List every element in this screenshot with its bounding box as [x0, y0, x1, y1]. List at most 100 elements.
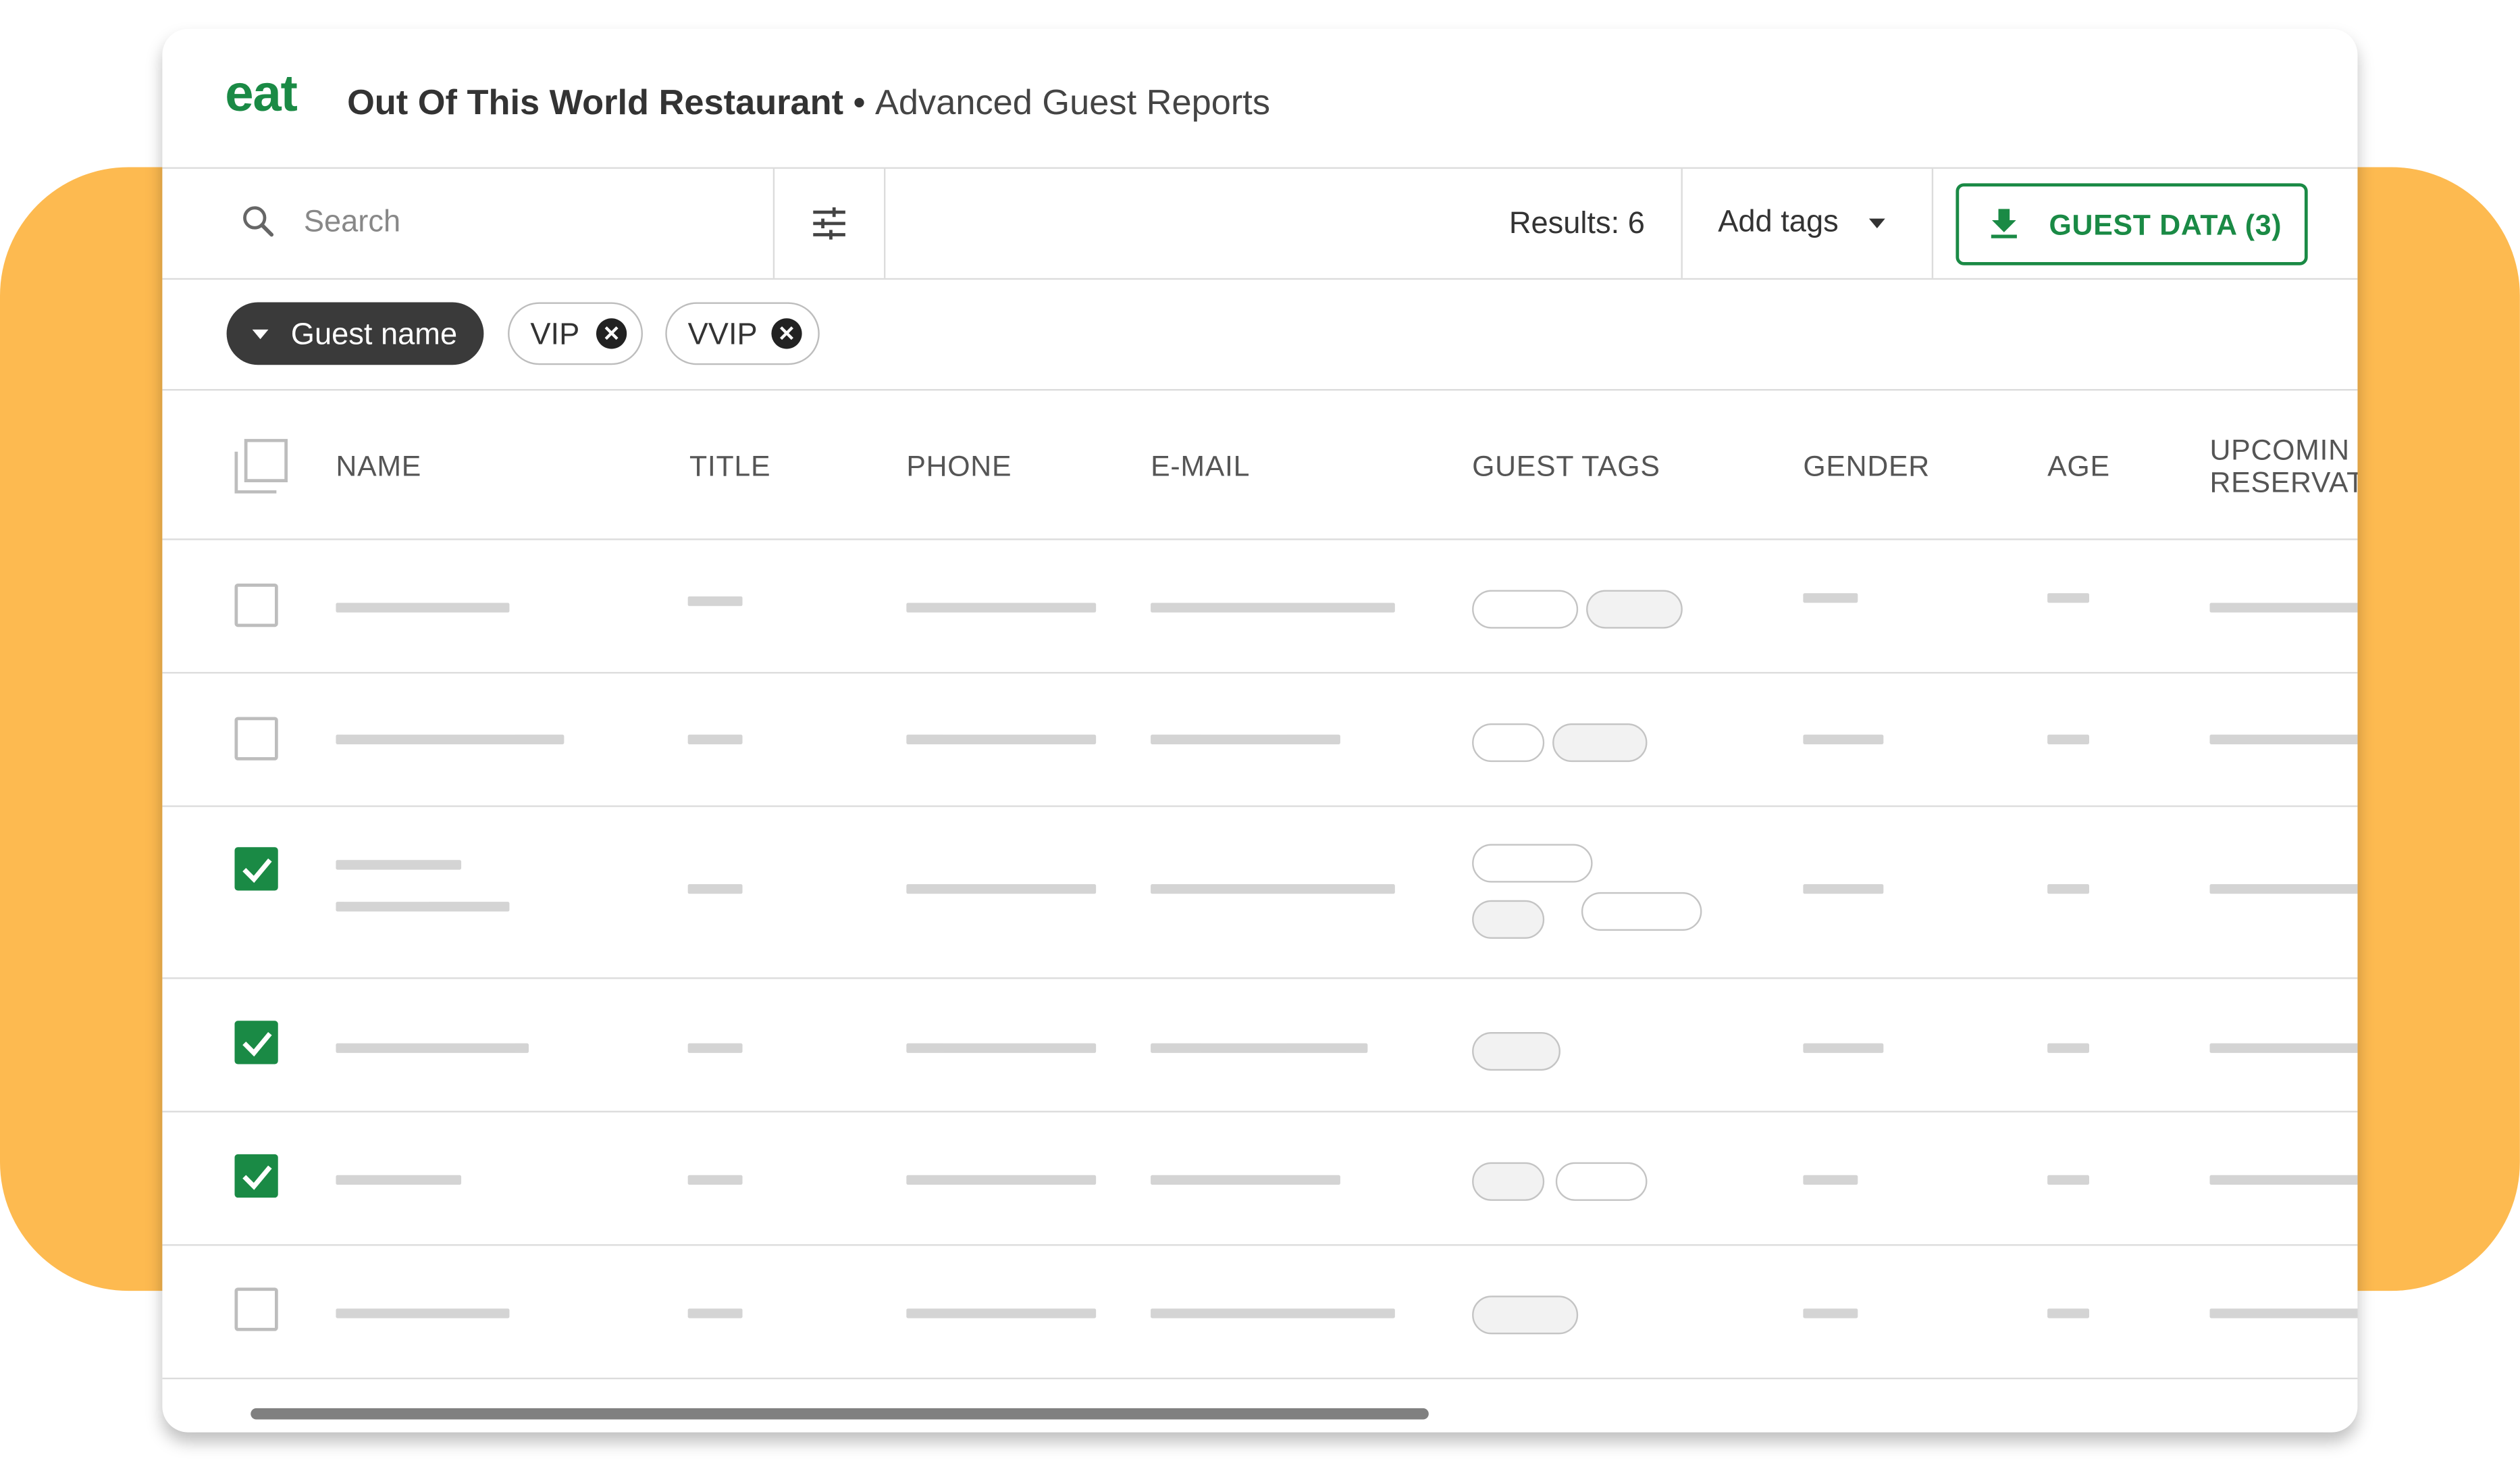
- gender-placeholder-bar: [1803, 1043, 1884, 1053]
- select-all-checkbox-icon[interactable]: [233, 438, 288, 494]
- row-checkbox[interactable]: [234, 1287, 278, 1331]
- reservations-placeholder-bar: [2209, 1308, 2358, 1318]
- check-icon: [242, 1165, 272, 1190]
- title-separator: •: [853, 82, 866, 122]
- phone-placeholder-bar: [906, 884, 1097, 894]
- guest-tag-pill: [1555, 1162, 1648, 1201]
- column-header-name[interactable]: NAME: [336, 450, 421, 484]
- vvip-chip-label: VVIP: [687, 318, 758, 353]
- gender-placeholder-bar: [1803, 1175, 1858, 1185]
- column-header-email[interactable]: E-MAIL: [1151, 450, 1250, 484]
- name-placeholder-bar: [336, 602, 510, 613]
- phone-placeholder-bar: [906, 1175, 1097, 1185]
- table-row: [162, 807, 2358, 979]
- results-count: Results: 6: [1508, 207, 1645, 242]
- age-placeholder-bar: [2047, 1308, 2090, 1318]
- table-row: [162, 1246, 2358, 1380]
- age-placeholder-bar: [2047, 593, 2090, 603]
- name-placeholder-bar: [336, 734, 565, 744]
- report-name: Advanced Guest Reports: [874, 82, 1271, 122]
- caret-down-icon: [1868, 218, 1885, 228]
- guest-data-download-button[interactable]: GUEST DATA (3): [1955, 183, 2308, 265]
- title-placeholder-bar: [687, 1043, 743, 1053]
- name-placeholder-bar: [336, 1308, 510, 1318]
- search-placeholder: Search: [303, 205, 401, 240]
- table-header: NAME TITLE PHONE E-MAIL GUEST TAGS GENDE…: [162, 390, 2358, 540]
- close-icon[interactable]: ✕: [596, 318, 627, 349]
- row-checkbox[interactable]: [234, 847, 278, 891]
- title-placeholder-bar: [687, 884, 743, 894]
- filter-settings-button[interactable]: [775, 167, 886, 278]
- add-tags-dropdown[interactable]: Add tags: [1681, 167, 1934, 278]
- guest-tag-pill: [1472, 1295, 1579, 1335]
- title-placeholder-bar: [687, 1308, 743, 1318]
- table-row: [162, 540, 2358, 674]
- age-placeholder-bar: [2047, 734, 2090, 744]
- title-placeholder-bar: [687, 734, 743, 744]
- table-row: [162, 1112, 2358, 1246]
- row-checkbox[interactable]: [234, 1021, 278, 1064]
- guest-tag-pill: [1472, 1031, 1560, 1071]
- guest-tag-pill: [1472, 844, 1593, 883]
- column-header-line: RESERVAT: [2209, 466, 2358, 498]
- horizontal-scrollbar[interactable]: [251, 1408, 1429, 1420]
- column-header-gender[interactable]: GENDER: [1803, 450, 1930, 484]
- row-checkbox[interactable]: [234, 1154, 278, 1198]
- reservations-placeholder-bar: [2209, 1043, 2358, 1053]
- column-header-phone[interactable]: PHONE: [906, 450, 1012, 484]
- column-header-guest-tags[interactable]: GUEST TAGS: [1472, 450, 1660, 484]
- title-placeholder-bar: [687, 1175, 743, 1185]
- gender-placeholder-bar: [1803, 884, 1884, 894]
- age-placeholder-bar: [2047, 884, 2090, 894]
- phone-placeholder-bar: [906, 602, 1097, 613]
- close-icon[interactable]: ✕: [771, 318, 802, 349]
- age-placeholder-bar: [2047, 1043, 2090, 1053]
- filter-sliders-icon: [813, 207, 845, 240]
- name-placeholder-bar: [336, 1175, 462, 1185]
- add-tags-label: Add tags: [1718, 205, 1839, 240]
- guest-tag-pill: [1472, 900, 1545, 939]
- row-checkbox[interactable]: [234, 717, 278, 761]
- guest-tag-pill: [1472, 723, 1545, 763]
- guest-name-chip-label: Guest name: [290, 318, 458, 353]
- app-header: eat Out Of This World Restaurant • Advance…: [162, 29, 2358, 169]
- phone-placeholder-bar: [906, 1043, 1097, 1053]
- download-icon: [1991, 209, 2017, 238]
- table-row: [162, 673, 2358, 807]
- reservations-placeholder-bar: [2209, 1175, 2358, 1185]
- email-placeholder-bar: [1151, 884, 1395, 894]
- gender-placeholder-bar: [1803, 593, 1858, 603]
- column-header-title[interactable]: TITLE: [689, 450, 770, 484]
- gender-placeholder-bar: [1803, 1308, 1858, 1318]
- restaurant-name: Out Of This World Restaurant: [347, 82, 844, 122]
- column-header-upcoming-reservations[interactable]: UPCOMIN RESERVAT: [2210, 434, 2358, 498]
- reservations-placeholder-bar: [2209, 602, 2358, 613]
- column-header-age[interactable]: AGE: [2047, 450, 2110, 484]
- vip-chip-label: VIP: [530, 318, 580, 353]
- guest-tag-pill: [1552, 723, 1648, 763]
- age-placeholder-bar: [2047, 1175, 2090, 1185]
- vip-chip: VIP ✕: [508, 302, 644, 365]
- gender-placeholder-bar: [1803, 734, 1884, 744]
- guest-tag-pill: [1472, 1162, 1545, 1201]
- search-icon: [243, 206, 274, 237]
- name-placeholder-bar: [336, 902, 510, 912]
- name-placeholder-bar: [336, 1043, 529, 1053]
- guest-tag-pill: [1581, 892, 1702, 931]
- column-header-line: UPCOMIN: [2209, 434, 2350, 467]
- check-icon: [242, 1032, 272, 1057]
- toolbar: Search Results: 6 Add tags GUEST DATA (3…: [162, 167, 2358, 280]
- email-placeholder-bar: [1151, 734, 1340, 744]
- reservations-placeholder-bar: [2209, 734, 2358, 744]
- eat-logo[interactable]: eat: [225, 64, 298, 124]
- guest-tag-pill: [1472, 590, 1579, 629]
- page-title: Out Of This World Restaurant • Advanced Gu…: [347, 82, 1270, 124]
- guest-tag-pill: [1586, 590, 1683, 629]
- title-placeholder-bar: [687, 596, 743, 607]
- caret-down-icon: [252, 329, 269, 340]
- guest-name-filter-chip[interactable]: Guest name: [226, 302, 484, 365]
- table-row: [162, 979, 2358, 1112]
- filter-chips-bar: Guest name VIP ✕ VVIP ✕: [162, 280, 2358, 391]
- search-input[interactable]: Search: [162, 167, 775, 278]
- row-checkbox[interactable]: [234, 583, 278, 627]
